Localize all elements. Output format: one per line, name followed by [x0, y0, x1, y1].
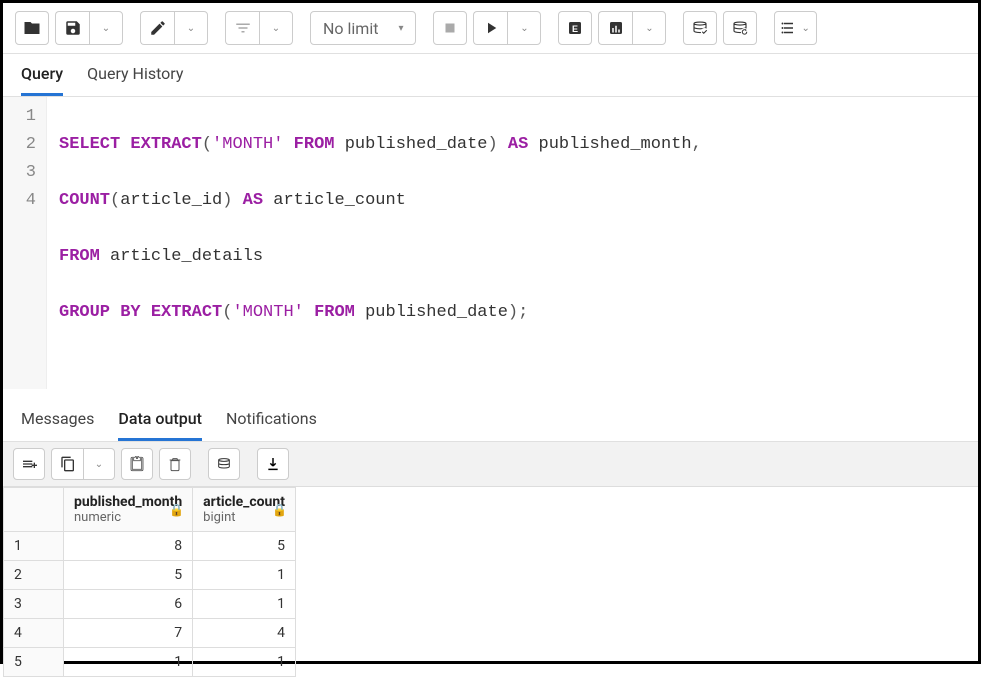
main-toolbar: ⌄ ⌄ ⌄ No limit▾ ⌄ E ⌄ ⌄	[3, 3, 978, 54]
filter-dropdown[interactable]: ⌄	[259, 11, 293, 45]
tab-data-output[interactable]: Data output	[118, 409, 202, 441]
result-tabs: Messages Data output Notifications	[3, 399, 978, 442]
limit-dropdown[interactable]: No limit▾	[310, 11, 416, 45]
tab-history[interactable]: Query History	[87, 64, 183, 96]
delete-button[interactable]	[159, 448, 191, 480]
svg-text:E: E	[572, 24, 578, 34]
commit-button[interactable]	[683, 11, 717, 45]
add-row-button[interactable]	[13, 448, 45, 480]
line-gutter: 1 2 3 4	[3, 97, 47, 389]
save-dropdown[interactable]: ⌄	[89, 11, 123, 45]
code-area[interactable]: SELECT EXTRACT('MONTH' FROM published_da…	[47, 97, 978, 389]
row-number-header	[4, 488, 64, 532]
open-file-button[interactable]	[15, 11, 49, 45]
execute-button[interactable]	[473, 11, 507, 45]
explain-analyze-button[interactable]	[598, 11, 632, 45]
filter-button[interactable]	[225, 11, 259, 45]
copy-dropdown[interactable]: ⌄	[83, 448, 115, 480]
table-row[interactable]: 361	[4, 590, 296, 619]
results-table: published_month numeric 🔒 article_count …	[3, 487, 296, 677]
paste-button[interactable]	[121, 448, 153, 480]
save-data-button[interactable]	[208, 448, 240, 480]
tab-messages[interactable]: Messages	[21, 409, 94, 441]
tab-notifications[interactable]: Notifications	[226, 409, 317, 441]
tab-query[interactable]: Query	[21, 64, 63, 96]
rollback-button[interactable]	[723, 11, 757, 45]
macros-button[interactable]: ⌄	[774, 11, 816, 45]
limit-label: No limit	[323, 19, 378, 38]
table-row[interactable]: 185	[4, 532, 296, 561]
save-button[interactable]	[55, 11, 89, 45]
query-tabs: Query Query History	[3, 54, 978, 97]
stop-button[interactable]	[433, 11, 467, 45]
column-header[interactable]: published_month numeric 🔒	[64, 488, 193, 532]
download-button[interactable]	[257, 448, 289, 480]
lock-icon: 🔒	[272, 503, 287, 517]
sql-editor[interactable]: 1 2 3 4 SELECT EXTRACT('MONTH' FROM publ…	[3, 97, 978, 389]
explain-button[interactable]: E	[558, 11, 592, 45]
edit-button[interactable]	[140, 11, 174, 45]
column-header[interactable]: article_count bigint 🔒	[193, 488, 296, 532]
table-row[interactable]: 474	[4, 619, 296, 648]
table-row[interactable]: 511	[4, 648, 296, 677]
edit-dropdown[interactable]: ⌄	[174, 11, 208, 45]
copy-button[interactable]	[51, 448, 83, 480]
execute-dropdown[interactable]: ⌄	[507, 11, 541, 45]
result-toolbar: ⌄	[3, 442, 978, 487]
table-row[interactable]: 251	[4, 561, 296, 590]
explain-dropdown[interactable]: ⌄	[632, 11, 666, 45]
lock-icon: 🔒	[169, 503, 184, 517]
